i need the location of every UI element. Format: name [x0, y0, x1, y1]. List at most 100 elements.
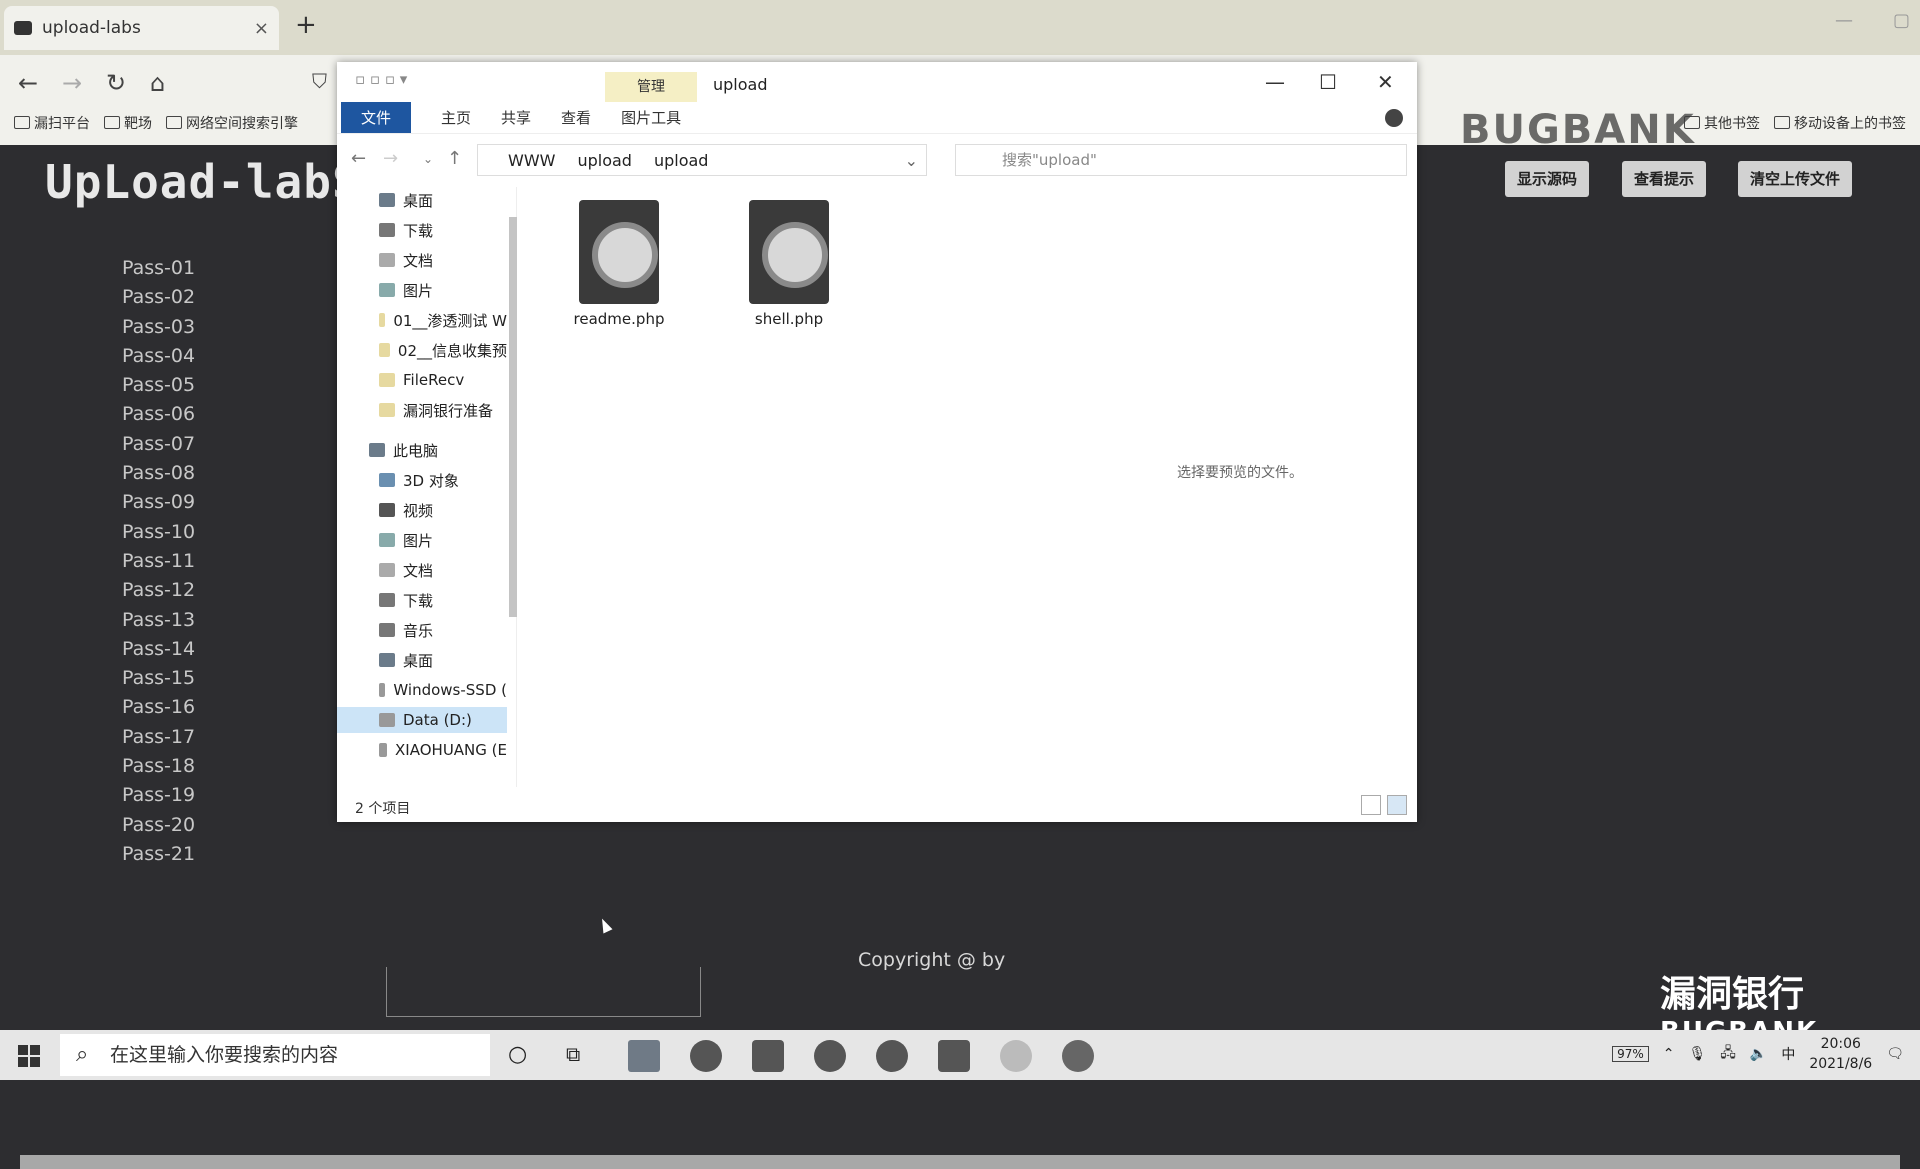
nav-item[interactable]: 01__渗透测试 W: [337, 307, 507, 333]
nav-item[interactable]: 3D 对象: [337, 467, 507, 493]
nav-item[interactable]: 下载: [337, 217, 507, 243]
minimize-icon[interactable]: —: [1835, 10, 1853, 31]
nav-item[interactable]: 文档: [337, 247, 507, 273]
file-item[interactable]: shell.php: [725, 200, 853, 335]
file-explorer-app-icon[interactable]: [628, 1040, 660, 1072]
pass-link[interactable]: Pass-11: [122, 550, 195, 579]
quick-access-toolbar-icon[interactable]: ▫ ▫ ▫ ▾: [355, 70, 407, 88]
nav-item[interactable]: 音乐: [337, 617, 507, 643]
taskbar-search-box[interactable]: 在这里输入你要搜索的内容: [60, 1034, 490, 1076]
nav-item[interactable]: 视频: [337, 497, 507, 523]
microphone-icon[interactable]: 🎙: [1688, 1046, 1706, 1062]
ribbon-tab-share[interactable]: 共享: [501, 107, 531, 128]
pass-link[interactable]: Pass-01: [122, 257, 195, 286]
show-source-button[interactable]: 显示源码: [1505, 161, 1590, 197]
tray-expand-icon[interactable]: ⌃: [1663, 1046, 1675, 1062]
browser-tab[interactable]: upload-labs ×: [4, 6, 279, 50]
details-view-icon[interactable]: [1361, 795, 1381, 815]
close-icon[interactable]: ✕: [1377, 70, 1394, 94]
pass-link[interactable]: Pass-08: [122, 462, 195, 491]
horizontal-scrollbar[interactable]: [20, 1155, 1900, 1169]
ribbon-tab-file[interactable]: 文件: [341, 102, 412, 133]
pass-link[interactable]: Pass-14: [122, 638, 195, 667]
pass-link[interactable]: Pass-18: [122, 755, 195, 784]
history-chevron-icon[interactable]: ⌄: [423, 152, 433, 166]
maximize-icon[interactable]: ▢: [1893, 10, 1910, 31]
pass-link[interactable]: Pass-12: [122, 579, 195, 608]
nav-item[interactable]: 漏洞银行准备: [337, 397, 507, 423]
network-icon[interactable]: 🖧: [1720, 1042, 1736, 1066]
pass-link[interactable]: Pass-04: [122, 345, 195, 374]
tab-close-icon[interactable]: ×: [254, 18, 269, 39]
battery-indicator[interactable]: 97%: [1612, 1046, 1649, 1062]
pass-link[interactable]: Pass-02: [122, 286, 195, 315]
pass-link[interactable]: Pass-10: [122, 521, 195, 550]
address-bar[interactable]: WWW upload upload ⌄: [477, 144, 927, 176]
firefox-app-icon[interactable]: [1062, 1040, 1094, 1072]
forward-icon[interactable]: →: [62, 69, 82, 97]
taskbar-clock[interactable]: 20:06 2021/8/6: [1809, 1034, 1872, 1074]
manage-contextual-tab[interactable]: 管理: [605, 72, 697, 102]
pass-link[interactable]: Pass-06: [122, 403, 195, 432]
notification-icon[interactable]: 🗨: [1886, 1046, 1904, 1062]
address-dropdown-icon[interactable]: ⌄: [905, 151, 918, 170]
pass-link[interactable]: Pass-07: [122, 433, 195, 462]
pass-link[interactable]: Pass-15: [122, 667, 195, 696]
nav-item[interactable]: XIAOHUANG (E: [337, 737, 507, 763]
shield-icon[interactable]: ⛉: [312, 69, 327, 93]
search-input[interactable]: 搜索"upload": [955, 144, 1407, 176]
ribbon-tab-view[interactable]: 查看: [561, 107, 591, 128]
obs-app-icon[interactable]: [876, 1040, 908, 1072]
bookmark-mobile[interactable]: 移动设备上的书签: [1774, 113, 1906, 133]
nav-item[interactable]: 桌面: [337, 187, 507, 213]
pass-link[interactable]: Pass-20: [122, 814, 195, 843]
site-logo[interactable]: UpLoad-labS: [45, 155, 361, 209]
pass-link[interactable]: Pass-21: [122, 843, 195, 872]
avatar-app-icon[interactable]: [1000, 1040, 1032, 1072]
back-icon[interactable]: ←: [18, 69, 38, 97]
nav-item[interactable]: Windows-SSD (: [337, 677, 507, 703]
breadcrumb-item[interactable]: upload: [577, 151, 632, 170]
qq-app-icon[interactable]: [690, 1040, 722, 1072]
ribbon-tab-home[interactable]: 主页: [441, 107, 471, 128]
nav-item[interactable]: 下载: [337, 587, 507, 613]
pass-link[interactable]: Pass-17: [122, 726, 195, 755]
nav-scrollbar[interactable]: [509, 217, 517, 617]
volume-icon[interactable]: 🔈: [1750, 1046, 1767, 1062]
pass-link[interactable]: Pass-13: [122, 609, 195, 638]
ime-indicator[interactable]: 中: [1781, 1044, 1795, 1064]
chrome-app-icon[interactable]: [814, 1040, 846, 1072]
view-hint-button[interactable]: 查看提示: [1622, 161, 1707, 197]
pass-link[interactable]: Pass-03: [122, 316, 195, 345]
bookmark-item[interactable]: 网络空间搜索引擎: [166, 113, 298, 133]
pass-link[interactable]: Pass-09: [122, 491, 195, 520]
task-view-icon[interactable]: ⧉: [566, 1042, 580, 1066]
minimize-icon[interactable]: —: [1265, 70, 1285, 94]
file-item[interactable]: readme.php: [555, 200, 683, 335]
ribbon-tab-picture-tools[interactable]: 图片工具: [621, 107, 681, 128]
pass-link[interactable]: Pass-16: [122, 696, 195, 725]
breadcrumb-item[interactable]: upload: [654, 151, 709, 170]
help-icon[interactable]: [1385, 108, 1403, 127]
forward-icon[interactable]: →: [383, 148, 398, 169]
up-icon[interactable]: ↑: [447, 148, 462, 169]
nav-item[interactable]: 图片: [337, 277, 507, 303]
nav-item[interactable]: 文档: [337, 557, 507, 583]
maximize-icon[interactable]: ☐: [1319, 70, 1337, 94]
terminal-app-icon[interactable]: [938, 1040, 970, 1072]
nav-item[interactable]: 此电脑: [337, 437, 507, 463]
nav-item[interactable]: 桌面: [337, 647, 507, 673]
bookmark-item[interactable]: 靶场: [104, 113, 152, 133]
clear-uploads-button[interactable]: 清空上传文件: [1738, 161, 1853, 197]
nav-item-selected[interactable]: Data (D:): [337, 707, 507, 733]
nav-item[interactable]: 02__信息收集预: [337, 337, 507, 363]
nav-item[interactable]: 图片: [337, 527, 507, 553]
reload-icon[interactable]: ↻: [106, 69, 126, 97]
breadcrumb-item[interactable]: WWW: [508, 151, 555, 170]
powerpoint-app-icon[interactable]: [752, 1040, 784, 1072]
large-icons-view-icon[interactable]: [1387, 795, 1407, 815]
nav-item[interactable]: FileRecv: [337, 367, 507, 393]
pass-link[interactable]: Pass-19: [122, 784, 195, 813]
bookmark-item[interactable]: 漏扫平台: [14, 113, 90, 133]
back-icon[interactable]: ←: [351, 148, 366, 169]
